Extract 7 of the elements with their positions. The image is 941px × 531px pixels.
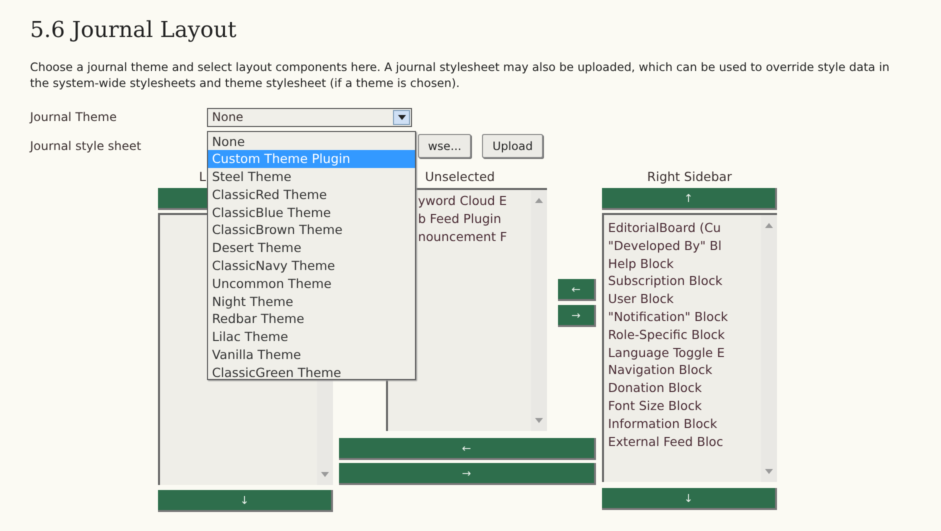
column-title: L xyxy=(199,169,206,184)
intro-paragraph: Choose a journal theme and select layout components here. A journal stylesheet may also be uploaded, which can be used to override style data in the system-wide stylesheets and theme stylesheet (if a theme is chosen). xyxy=(30,59,891,91)
column-title: Unselected xyxy=(425,169,495,184)
field-label: Journal Theme xyxy=(30,110,118,124)
column-title: Right Sidebar xyxy=(647,169,732,184)
page-heading: 5.6 Journal Layout xyxy=(30,18,238,43)
field-label: Journal style sheet xyxy=(30,139,142,153)
